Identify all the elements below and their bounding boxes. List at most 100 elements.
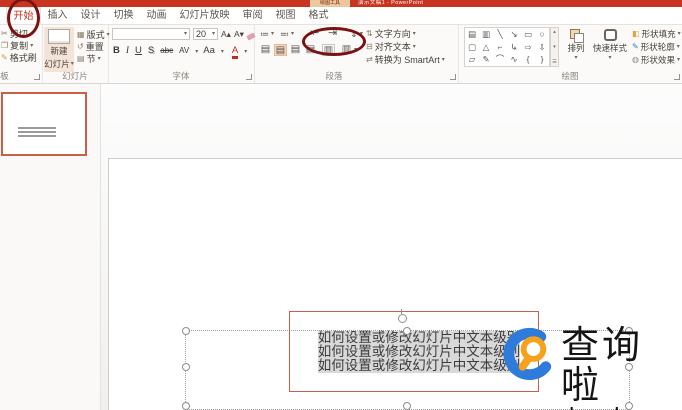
text-direction-label: 文字方向 — [374, 29, 411, 39]
paragraph-dialog-launcher[interactable] — [450, 74, 456, 80]
gallery-more-icon[interactable]: ☰ — [552, 58, 556, 66]
tab-transitions[interactable]: 切换 — [107, 7, 140, 24]
bullets-button[interactable]: ≔ — [260, 28, 269, 40]
shape-icon[interactable]: ○ — [535, 28, 549, 41]
resize-handle-bottom-left[interactable] — [182, 402, 190, 410]
shape-icon[interactable]: } — [535, 53, 549, 66]
chevron-down-icon: ▾ — [271, 31, 275, 37]
shape-icon[interactable]: ⌒ — [493, 53, 507, 66]
strikethrough-button[interactable]: abc — [160, 44, 173, 57]
shape-icon[interactable]: ▭ — [521, 28, 535, 41]
align-right-button[interactable]: ▤ — [289, 44, 302, 56]
scroll-down-icon[interactable]: ▾ — [553, 43, 556, 51]
character-spacing-button[interactable]: AV — [179, 44, 189, 57]
shape-icon[interactable]: ╲ — [493, 28, 507, 41]
numbering-button[interactable]: ≕ — [280, 28, 289, 40]
chevron-down-icon: ▾ — [441, 56, 445, 63]
shape-outline-button[interactable]: ✎ 形状轮廓 ▾ — [632, 41, 680, 52]
shape-icon[interactable]: ▥ — [479, 28, 493, 41]
shape-icon[interactable]: ↘ — [507, 28, 521, 41]
scissors-icon: ✂ — [1, 28, 8, 38]
font-size-combobox[interactable]: 20 ▾ — [193, 28, 218, 40]
shape-icon[interactable]: ✎ — [479, 53, 493, 66]
font-name-combobox[interactable]: ▾ — [112, 28, 190, 40]
shape-icon[interactable]: ⇩ — [535, 41, 549, 54]
layout-icon: ▦ — [77, 29, 85, 39]
scroll-up-icon[interactable]: ▴ — [553, 28, 556, 36]
shape-effects-button[interactable]: ◍ 形状效果 ▾ — [632, 54, 680, 65]
tab-animations[interactable]: 动画 — [140, 7, 173, 24]
text-direction-icon: ⇅ — [366, 28, 373, 38]
shape-icon[interactable]: ▤ — [465, 28, 479, 41]
resize-handle-top-middle[interactable] — [403, 327, 411, 335]
align-left-button[interactable]: ▤ — [259, 44, 272, 56]
slide-text-line[interactable]: 如何设置或修改幻灯片中文本级别 — [317, 330, 521, 345]
layout-button[interactable]: ▦ 版式 ▾ — [77, 29, 110, 40]
chevron-down-icon: ▾ — [677, 30, 681, 37]
shapes-gallery[interactable]: ▤ ▥ ╲ ↘ ▭ ○ ▢ △ ⌐ ↳ ⇨ ⇩ ▱ ✎ ⌒ ∿ { } — [464, 27, 550, 67]
chevron-down-icon: ▾ — [291, 31, 295, 37]
tab-design[interactable]: 设计 — [74, 7, 107, 24]
italic-button[interactable]: I — [126, 45, 129, 58]
resize-handle-top-left[interactable] — [182, 327, 190, 335]
shapes-gallery-scrollbar[interactable]: ▴ ▾ ☰ — [550, 27, 559, 67]
change-case-button[interactable]: Aa — [203, 44, 215, 57]
shape-outline-icon: ✎ — [632, 41, 639, 51]
font-dialog-launcher[interactable] — [246, 74, 252, 80]
arrange-button[interactable]: 排列 ▾ — [562, 29, 590, 61]
shape-fill-button[interactable]: ◧ 形状填充 ▾ — [632, 28, 681, 39]
format-painter-button[interactable]: ✎ 格式刷 — [1, 52, 37, 63]
font-size-value: 20 — [196, 29, 207, 39]
shape-icon[interactable]: { — [521, 53, 535, 66]
font-color-button[interactable]: A — [231, 46, 239, 59]
bold-button[interactable]: B — [113, 44, 120, 57]
shape-icon[interactable]: ⇨ — [521, 41, 535, 54]
chevron-down-icon: ▾ — [412, 43, 416, 50]
chaxunla-logo-icon — [503, 327, 556, 381]
watermark-text: 查询啦 chaxunla.com — [561, 325, 682, 410]
shrink-font-button[interactable]: A▾ — [234, 29, 244, 40]
clipboard-dialog-launcher[interactable] — [34, 74, 40, 80]
new-slide-icon — [48, 29, 70, 44]
section-label: 节 — [86, 54, 96, 64]
chevron-down-icon: ▾ — [211, 31, 215, 37]
contextual-tab-drawing-tools[interactable]: 绘图工具 — [310, 0, 350, 7]
slide-thumbnail-panel — [0, 83, 101, 410]
reset-button[interactable]: ↺ 重置 — [77, 41, 104, 52]
text-shadow-button[interactable]: S — [148, 44, 154, 57]
shape-icon[interactable]: ▱ — [465, 53, 479, 66]
shape-icon[interactable]: ∿ — [507, 53, 521, 66]
resize-handle-middle-left[interactable] — [182, 363, 190, 371]
slide-thumbnail-1[interactable] — [1, 92, 87, 156]
slide-text-line[interactable]: 如何设置或修改幻灯片中文本级别 — [317, 344, 521, 359]
copy-button[interactable]: ❐ 复制 ▾ — [1, 40, 33, 51]
grow-font-button[interactable]: A▴ — [221, 29, 231, 40]
ribbon-tab-bar: 开始 插入 设计 切换 动画 幻灯片放映 审阅 视图 格式 — [0, 7, 682, 25]
shape-icon[interactable]: △ — [479, 41, 493, 54]
drawing-dialog-launcher[interactable] — [674, 74, 680, 80]
tab-slideshow[interactable]: 幻灯片放映 — [173, 7, 236, 24]
new-slide-label-2: 幻灯片 — [44, 59, 70, 69]
annotation-circle-indent-buttons — [302, 27, 366, 56]
tab-review[interactable]: 审阅 — [236, 7, 269, 24]
resize-handle-bottom-middle[interactable] — [403, 402, 411, 410]
quick-styles-label: 快速样式 — [592, 43, 627, 53]
align-center-button[interactable]: ▤ — [274, 44, 287, 56]
slide-text-line[interactable]: 如何设置或修改幻灯片中文本级别 — [317, 358, 521, 373]
tab-view[interactable]: 视图 — [269, 7, 302, 24]
underline-button[interactable]: U — [135, 44, 142, 57]
tab-format[interactable]: 格式 — [302, 7, 335, 24]
quick-styles-button[interactable]: 快速样式 ▾ — [591, 29, 629, 61]
shape-icon[interactable]: ⌐ — [493, 41, 507, 54]
section-button[interactable]: ▤ 节 ▾ — [77, 53, 101, 64]
align-text-button[interactable]: ⊟ 对齐文本 ▾ — [366, 41, 416, 52]
convert-to-smartart-button[interactable]: ⇄ 转换为 SmartArt ▾ — [366, 54, 445, 65]
text-direction-button[interactable]: ⇅ 文字方向 ▾ — [366, 28, 416, 39]
new-slide-button[interactable]: 新建 幻灯片 ▾ — [44, 27, 74, 72]
slide-editing-area[interactable]: 如何设置或修改幻灯片中文本级别 如何设置或修改幻灯片中文本级别 如何设置或修改幻… — [100, 83, 682, 410]
shape-icon[interactable]: ↳ — [507, 41, 521, 54]
window-title: 演示文稿1 - PowerPoint — [358, 0, 424, 6]
tab-insert[interactable]: 插入 — [41, 7, 74, 24]
shape-icon[interactable]: ▢ — [465, 41, 479, 54]
rotation-handle[interactable] — [398, 314, 407, 323]
